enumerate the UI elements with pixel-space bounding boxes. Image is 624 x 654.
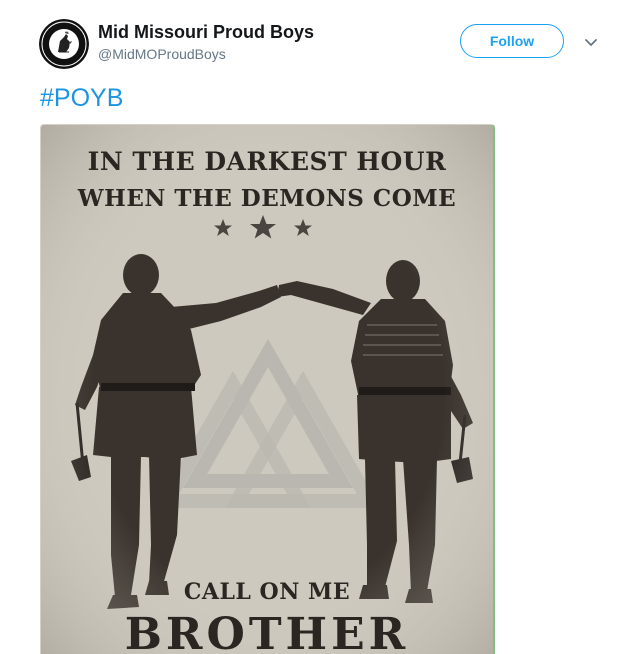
tweet-image[interactable]: IN THE DARKEST HOUR WHEN THE DEMONS COME… bbox=[40, 124, 495, 654]
hashtag-link[interactable]: #POYB bbox=[40, 84, 123, 113]
tweet: Mid Missouri Proud Boys @MidMOProudBoys … bbox=[0, 0, 624, 654]
poster-line-4: BROTHER bbox=[124, 609, 410, 654]
poster-line-2: WHEN THE DEMONS COME bbox=[77, 185, 457, 212]
avatar[interactable] bbox=[39, 19, 89, 69]
rooster-emblem-icon bbox=[39, 19, 89, 69]
poster-line-3: CALL ON ME bbox=[183, 579, 351, 605]
poster-line-1: IN THE DARKEST HOUR bbox=[87, 147, 447, 176]
follow-button[interactable]: Follow bbox=[460, 24, 564, 58]
user-handle[interactable]: @MidMOProudBoys bbox=[98, 46, 226, 62]
chevron-down-icon[interactable] bbox=[582, 36, 600, 48]
display-name[interactable]: Mid Missouri Proud Boys bbox=[98, 22, 314, 43]
